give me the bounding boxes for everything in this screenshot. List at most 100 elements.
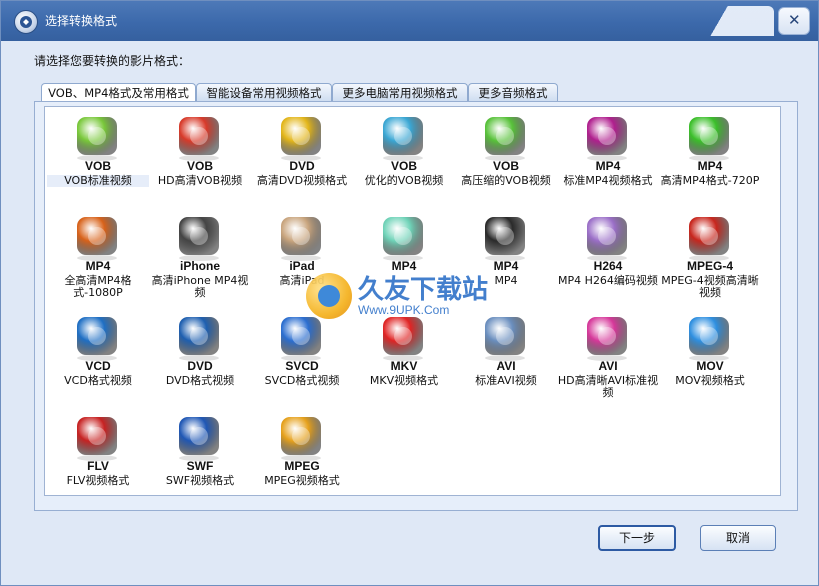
format-grid: VOB VOB标准视频 VOB HD高清VOB视频 DVD 高清DVD视频格式 VOB 优化的… [44,106,781,496]
format-label: 优化的VOB视频 [364,174,444,187]
format-item[interactable]: VCD VCD格式视频 [47,310,149,410]
format-item[interactable]: AVI 标准AVI视频 [455,310,557,410]
tab-vob-mp4[interactable]: VOB、MP4格式及常用格式 [41,83,196,103]
format-code: MP4 [391,259,417,273]
red-box-icon [374,314,432,362]
green-globe-icon [680,114,738,162]
format-label: FLV视频格式 [66,474,130,487]
tab-pc-video[interactable]: 更多电脑常用视频格式 [332,83,468,102]
format-code: VCD [85,359,111,373]
film-reel-icon [680,214,738,262]
format-item[interactable]: DVD DVD格式视频 [149,310,251,410]
format-item[interactable]: SWF SWF视频格式 [149,410,251,495]
format-item[interactable]: MP4 标准MP4视频格式 [557,110,659,210]
format-item[interactable]: MOV MOV视频格式 [659,310,761,410]
format-item[interactable]: H264 MP4 H264编码视频 [557,210,659,310]
format-item[interactable]: VOB VOB标准视频 [47,110,149,210]
video-player-icon [578,114,636,162]
format-item[interactable]: MP4 MP4 [455,210,557,310]
window-title: 选择转换格式 [45,14,118,28]
format-label: MPEG-4视频高清晰视频 [661,274,759,299]
format-label: 高清iPhone MP4视频 [151,274,249,299]
format-code: MPEG-4 [686,259,733,273]
format-item[interactable]: AVI HD高清晰AVI标准视频 [557,310,659,410]
title-decoration [700,6,774,36]
format-label: HD高清VOB视频 [157,174,243,187]
dvd-case-icon [170,314,228,362]
gold-disc-icon [272,114,330,162]
format-item[interactable]: MPEG-4 MPEG-4视频高清晰视频 [659,210,761,310]
format-code: AVI [496,359,516,373]
close-icon: ✕ [788,11,801,29]
format-label: 高清MP4格式-720P [660,174,760,187]
format-label: VCD格式视频 [64,374,132,387]
format-item[interactable]: SVCD SVCD格式视频 [251,310,353,410]
format-code: MKV [390,359,418,373]
cancel-button[interactable]: 取消 [700,525,776,551]
format-item[interactable]: FLV FLV视频格式 [47,410,149,495]
format-code: MP4 [85,259,111,273]
format-item[interactable]: VOB HD高清VOB视频 [149,110,251,210]
blue-disc-icon [68,314,126,362]
tab-audio[interactable]: 更多音频格式 [468,83,558,102]
format-code: VOB [390,159,417,173]
display-icon [578,314,636,362]
format-label: MPEG视频格式 [264,474,340,487]
close-button[interactable]: ✕ [778,7,810,35]
next-button[interactable]: 下一步 [598,525,676,551]
format-code: VOB [84,159,111,173]
format-code: MP4 [595,159,621,173]
format-label: VOB标准视频 [47,175,149,187]
format-code: FLV [87,459,109,473]
format-code: H264 [593,259,623,273]
format-label: MP4 H264编码视频 [558,274,658,287]
format-code: MPEG [284,459,320,473]
format-code: iPhone [179,259,220,273]
facebook-ball-icon [170,414,228,462]
format-label: 标准AVI视频 [475,374,537,387]
flv-ring-icon [68,414,126,462]
format-label: MP4 [494,274,518,287]
format-code: iPad [289,259,315,273]
format-item[interactable]: iPad 高清iPad [251,210,353,310]
format-code: VOB [186,159,213,173]
monitor-icon [68,214,126,262]
format-label: HD高清晰AVI标准视频 [557,374,659,399]
format-code: SWF [186,459,214,473]
format-item[interactable]: MPEG MPEG视频格式 [251,410,353,495]
format-dialog: 选择转换格式 ✕ 请选择您要转换的影片格式： VOB、MP4格式及常用格式 智能… [0,0,819,586]
format-label: SWF视频格式 [165,474,235,487]
format-item[interactable]: MP4 全高清MP4格式-1080P [47,210,149,310]
gift-box-icon [374,114,432,162]
phones-icon [374,214,432,262]
format-label: DVD格式视频 [165,374,235,387]
quicktime-icon [680,314,738,362]
format-item[interactable]: DVD 高清DVD视频格式 [251,110,353,210]
format-label: SVCD格式视频 [264,374,340,387]
format-label: MKV视频格式 [369,374,439,387]
format-code: DVD [289,159,315,173]
ipad-icon [272,214,330,262]
format-item[interactable]: MP4 高清MP4格式-720P [659,110,761,210]
format-item[interactable]: VOB 高压缩的VOB视频 [455,110,557,210]
avi-disc-icon [476,314,534,362]
popcorn-film-icon [170,114,228,162]
format-label: MOV视频格式 [675,374,745,387]
format-code: VOB [492,159,519,173]
format-code: MP4 [697,159,723,173]
camera-lens-icon [578,214,636,262]
format-label: 全高清MP4格式-1080P [64,274,132,299]
tab-smart-devices[interactable]: 智能设备常用视频格式 [196,83,332,102]
format-item[interactable]: MP4 [353,210,455,310]
format-code: AVI [598,359,618,373]
app-logo-icon [14,10,38,34]
format-label: 标准MP4视频格式 [563,174,653,187]
format-item[interactable]: VOB 优化的VOB视频 [353,110,455,210]
title-bar: 选择转换格式 ✕ [1,1,818,41]
format-label: 高清iPad [279,274,325,287]
format-code: MOV [696,359,724,373]
wide-screen-icon [476,214,534,262]
green-disc-box-icon [476,114,534,162]
format-item[interactable]: iPhone 高清iPhone MP4视频 [149,210,251,310]
format-item[interactable]: MKV MKV视频格式 [353,310,455,410]
